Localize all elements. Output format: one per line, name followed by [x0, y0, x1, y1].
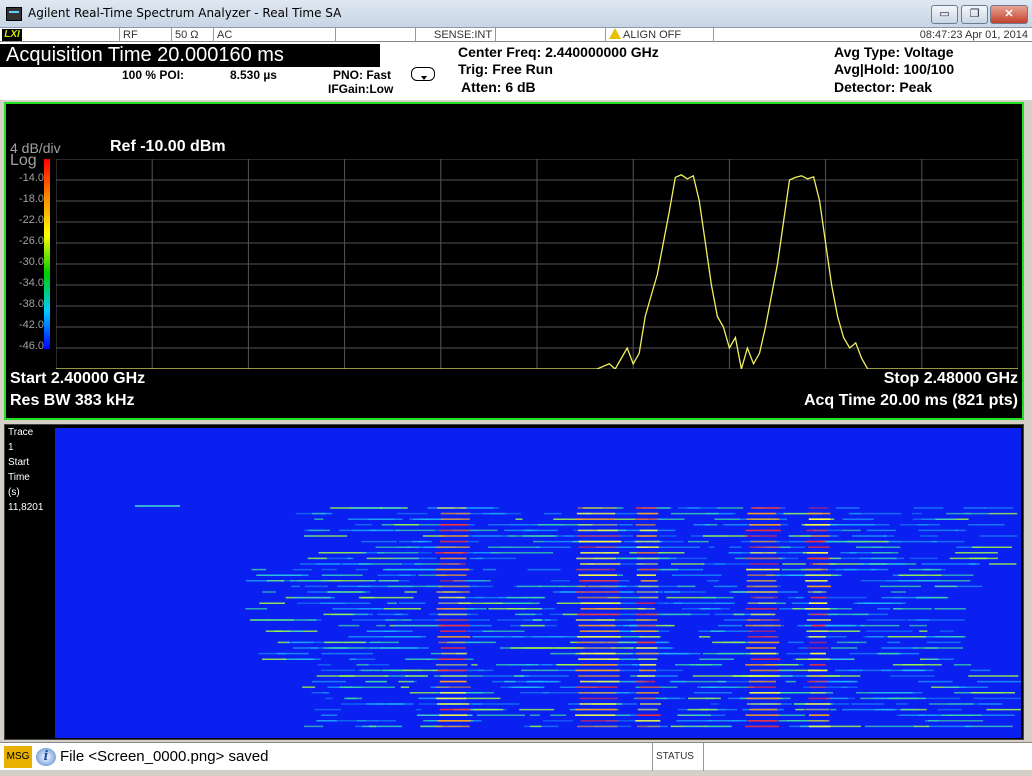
center-freq[interactable]: Center Freq: 2.440000000 GHz — [458, 44, 659, 60]
avg-type[interactable]: Avg Type: Voltage — [834, 44, 954, 60]
status-indicator[interactable]: STATUS — [652, 743, 704, 771]
start-frequency[interactable]: Start 2.40000 GHz — [10, 370, 145, 388]
poi-value: 8.530 µs — [230, 68, 277, 82]
poi-label: 100 % POI: — [122, 68, 185, 82]
avg-hold[interactable]: Avg|Hold: 100/100 — [834, 61, 954, 77]
y-tick-label: -42.0 — [18, 319, 44, 331]
waterfall-panel[interactable]: Trace 1 Start Time (s) 11,8201 — [4, 424, 1024, 740]
waterfall-label-line: (s) — [8, 487, 20, 498]
status-strip: LXI RF 50 Ω AC SENSE:INT ALIGN OFF 08:47… — [0, 28, 1032, 42]
waterfall-label-line: Trace — [8, 427, 34, 438]
waterfall-spectrogram[interactable] — [55, 428, 1021, 738]
coupling-indicator: AC — [214, 28, 336, 42]
y-tick-label: -18.0 — [18, 193, 44, 205]
trigger-mode[interactable]: Trig: Free Run — [458, 61, 553, 77]
warning-icon — [609, 28, 621, 39]
y-tick-label: -38.0 — [18, 298, 44, 310]
analyzer-window: Agilent Real-Time Spectrum Analyzer - Re… — [0, 0, 1032, 776]
pno-toggle-icon[interactable] — [411, 67, 435, 81]
waterfall-label-line: Time — [8, 472, 30, 483]
align-indicator: ALIGN OFF — [606, 28, 714, 42]
rf-indicator: RF — [120, 28, 172, 42]
app-icon — [6, 7, 22, 21]
pno-text: PNO: Fast — [333, 68, 392, 82]
msg-label[interactable]: MSG — [4, 746, 32, 768]
spectrum-panel[interactable]: 4 dB/div Ref -10.00 dBm Log -14.0 -18.0 -2… — [4, 102, 1024, 420]
lxi-icon: LXI — [2, 29, 22, 41]
detector[interactable]: Detector: Peak — [834, 79, 932, 95]
y-tick-label: -46.0 — [18, 340, 44, 352]
color-scale-bar — [44, 159, 50, 349]
waterfall-label-line: Start — [8, 457, 30, 468]
acquisition-time-title[interactable]: Acquisition Time 20.000160 ms — [0, 44, 380, 67]
waterfall-background — [55, 428, 1021, 738]
impedance-indicator: 50 Ω — [172, 28, 214, 42]
resolution-bandwidth[interactable]: Res BW 383 kHz — [10, 392, 135, 410]
stop-frequency[interactable]: Stop 2.48000 GHz — [884, 370, 1018, 388]
timestamp: 08:47:23 Apr 01, 2014 — [919, 29, 1028, 41]
message-bar: MSG i File <Screen_0000.png> saved STATU… — [0, 742, 1032, 771]
align-text: ALIGN OFF — [623, 29, 682, 41]
y-tick-label: -30.0 — [18, 256, 44, 268]
reference-level[interactable]: Ref -10.00 dBm — [110, 138, 226, 156]
y-tick-label: -22.0 — [18, 214, 44, 226]
window-title: Agilent Real-Time Spectrum Analyzer - Re… — [28, 6, 342, 20]
spectrum-plot[interactable] — [56, 159, 1018, 369]
acquisition-time-readout[interactable]: Acq Time 20.00 ms (821 pts) — [804, 392, 1018, 410]
log-scale-label: Log — [10, 152, 37, 169]
info-icon: i — [36, 748, 56, 766]
message-text: File <Screen_0000.png> saved — [60, 748, 269, 765]
attenuation[interactable]: Atten: 6 dB — [461, 79, 536, 95]
waterfall-label-line: 1 — [8, 442, 14, 453]
y-tick-label: -34.0 — [18, 277, 44, 289]
close-button[interactable]: ✕ — [990, 5, 1028, 24]
maximize-button[interactable]: ❐ — [961, 5, 988, 24]
waterfall-label-line: 11,8201 — [8, 502, 44, 513]
y-tick-label: -14.0 — [18, 172, 44, 184]
ifgain-text: IFGain:Low — [328, 82, 394, 96]
minimize-button[interactable]: ▭ — [931, 5, 958, 24]
sense-indicator: SENSE:INT — [416, 28, 496, 42]
title-bar: Agilent Real-Time Spectrum Analyzer - Re… — [0, 0, 1032, 28]
y-tick-label: -26.0 — [18, 235, 44, 247]
